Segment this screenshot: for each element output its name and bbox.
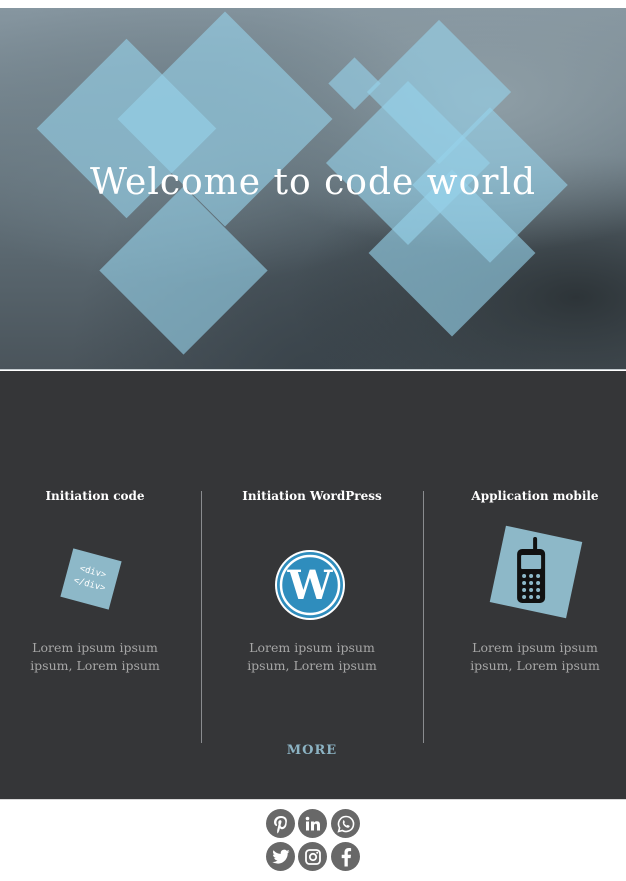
mobile-phone-icon (489, 525, 583, 619)
facebook-icon[interactable] (331, 842, 360, 871)
service-description: Lorem ipsum ipsum ipsum, Lorem ipsum (30, 640, 160, 673)
instagram-icon[interactable] (298, 842, 327, 871)
hero-title: Welcome to code world (89, 162, 537, 203)
wordpress-icon: W (275, 550, 345, 620)
hero-banner: Welcome to code world (0, 8, 626, 370)
service-title: Application mobile (471, 489, 599, 503)
whatsapp-icon[interactable] (331, 809, 360, 838)
twitter-icon[interactable] (266, 842, 295, 871)
service-title: Initiation code (45, 489, 145, 503)
service-description: Lorem ipsum ipsum ipsum, Lorem ipsum (470, 640, 600, 673)
service-description: Lorem ipsum ipsum ipsum, Lorem ipsum (247, 640, 377, 673)
linkedin-icon[interactable] (298, 809, 327, 838)
column-divider (201, 491, 202, 743)
code-icon: <div> </div> (60, 548, 122, 610)
service-title: Initiation WordPress (242, 489, 382, 503)
column-divider (423, 491, 424, 743)
pinterest-icon[interactable] (266, 809, 295, 838)
footer (0, 799, 626, 881)
services-section: Initiation code <div> </div> Lorem ipsum… (0, 371, 626, 799)
decorative-diamond (328, 57, 381, 110)
more-link[interactable]: MORE (260, 743, 364, 758)
service-column-code: Initiation code <div> </div> Lorem ipsum… (0, 371, 195, 799)
svg-text:W: W (287, 562, 334, 609)
